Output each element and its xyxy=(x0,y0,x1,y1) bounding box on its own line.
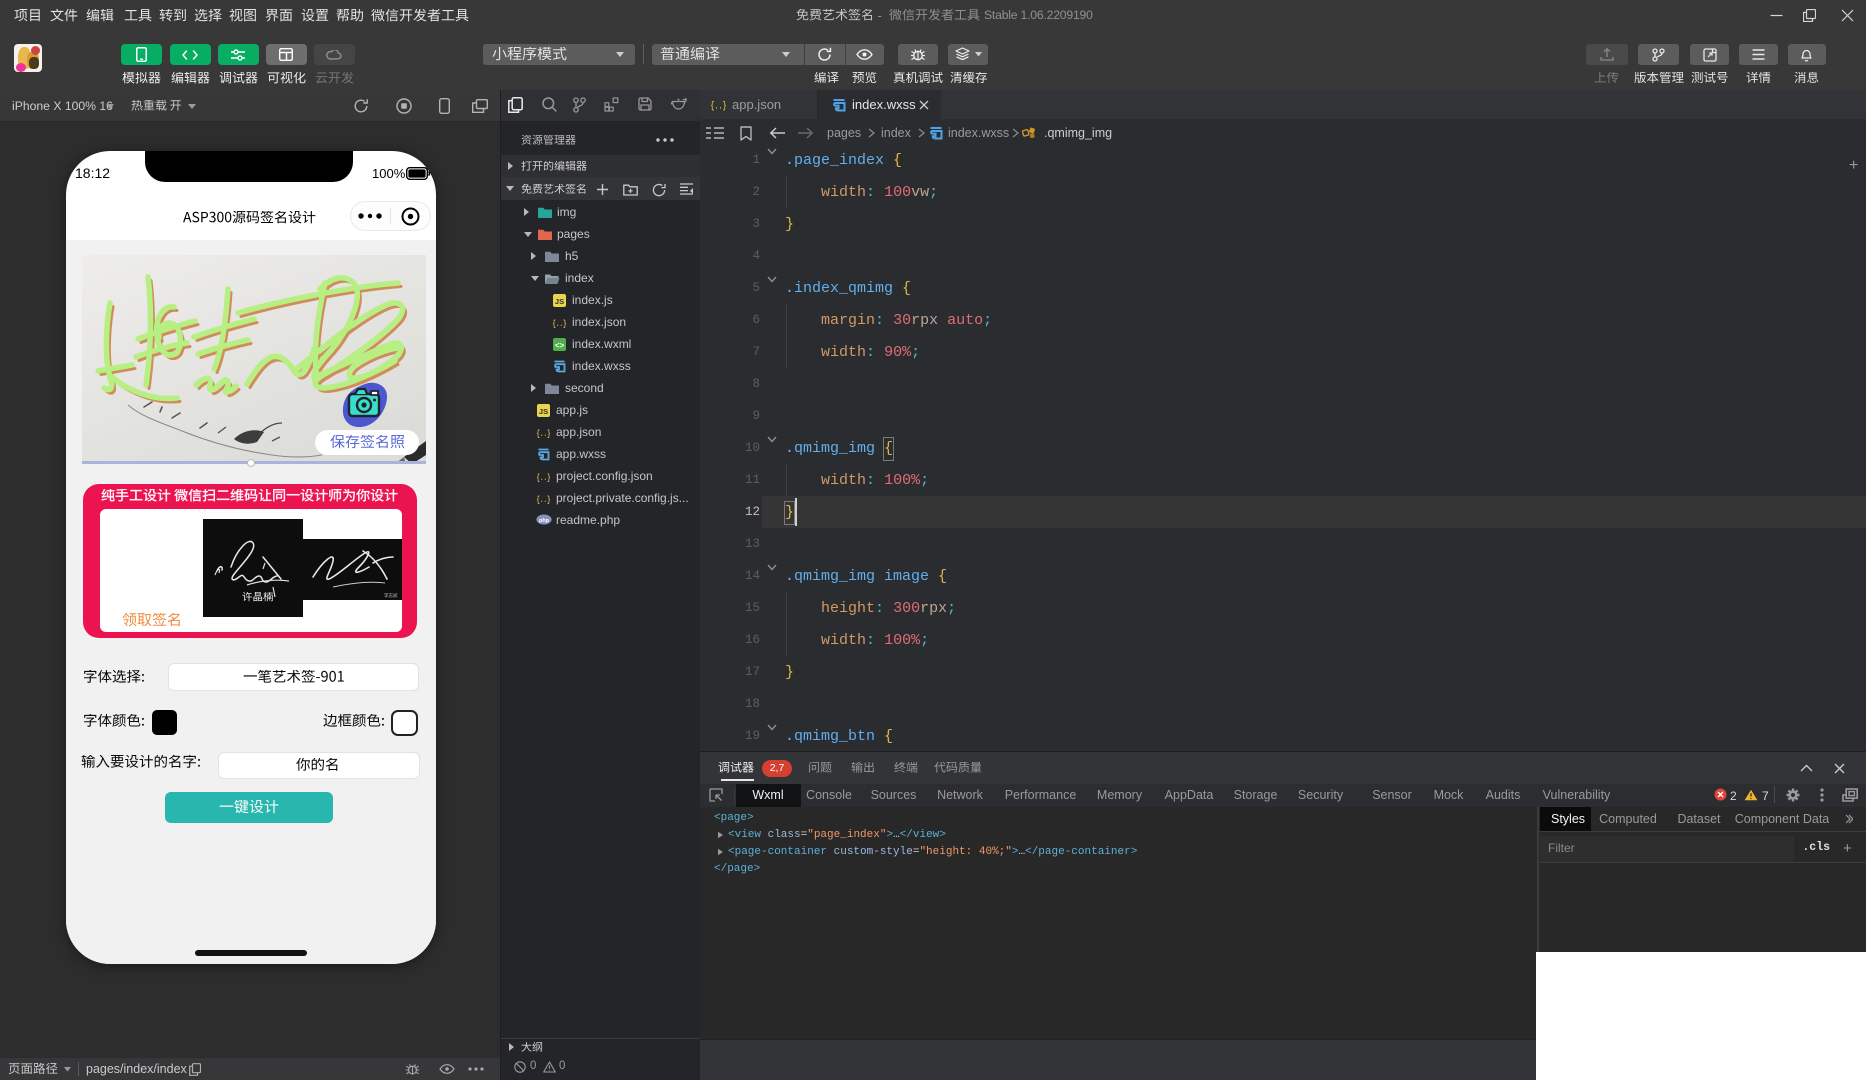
svg-text:{..}: {..} xyxy=(711,101,727,112)
svg-text:{..}: {..} xyxy=(537,429,551,439)
svg-text:JS: JS xyxy=(555,297,564,306)
svg-text:php: php xyxy=(539,518,550,524)
svg-text:JS: JS xyxy=(539,407,548,416)
svg-text:{..}: {..} xyxy=(553,319,567,329)
svg-text:{..}: {..} xyxy=(537,473,551,483)
svg-text:{..}: {..} xyxy=(537,495,551,505)
svg-text:<>: <> xyxy=(555,340,565,349)
